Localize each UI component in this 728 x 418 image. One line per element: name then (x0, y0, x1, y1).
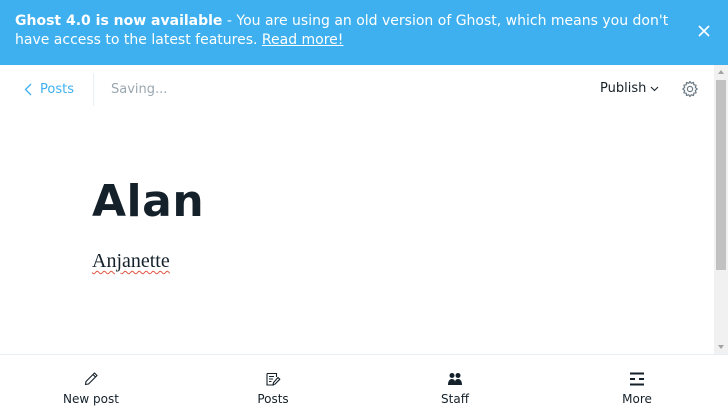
nav-posts[interactable]: Posts (182, 355, 364, 418)
scroll-up-icon[interactable] (714, 65, 728, 79)
back-to-posts-button[interactable]: Posts (24, 73, 74, 105)
nav-more-label: More (622, 392, 652, 406)
posts-icon (266, 372, 281, 386)
post-title[interactable]: Alan (92, 176, 204, 227)
editor-header: Posts Saving... Publish (0, 65, 714, 113)
bottom-navigation: New post Posts Staff More (0, 354, 728, 418)
read-more-link[interactable]: Read more! (262, 32, 344, 48)
vertical-scrollbar[interactable] (714, 65, 728, 354)
nav-new-post-label: New post (63, 392, 119, 406)
back-label: Posts (40, 81, 74, 97)
scrollbar-thumb[interactable] (716, 80, 726, 270)
chevron-down-icon (650, 86, 659, 91)
more-icon (630, 372, 644, 386)
banner-bold-text: Ghost 4.0 is now available (15, 13, 223, 29)
upgrade-banner: Ghost 4.0 is now available - You are usi… (0, 0, 728, 65)
header-divider (93, 73, 94, 106)
nav-more[interactable]: More (546, 355, 728, 418)
nav-staff[interactable]: Staff (364, 355, 546, 418)
gear-icon[interactable] (681, 80, 699, 98)
chevron-left-icon (24, 83, 32, 95)
pencil-icon (84, 372, 98, 386)
scroll-down-icon[interactable] (714, 340, 728, 354)
nav-posts-label: Posts (257, 392, 289, 406)
nav-staff-label: Staff (441, 392, 469, 406)
nav-new-post[interactable]: New post (0, 355, 182, 418)
staff-icon (448, 373, 462, 385)
publish-button[interactable]: Publish (600, 81, 659, 96)
publish-label: Publish (600, 81, 647, 96)
close-icon[interactable] (696, 23, 712, 39)
save-status: Saving... (111, 82, 168, 97)
post-body[interactable]: Anjanette (92, 250, 170, 273)
